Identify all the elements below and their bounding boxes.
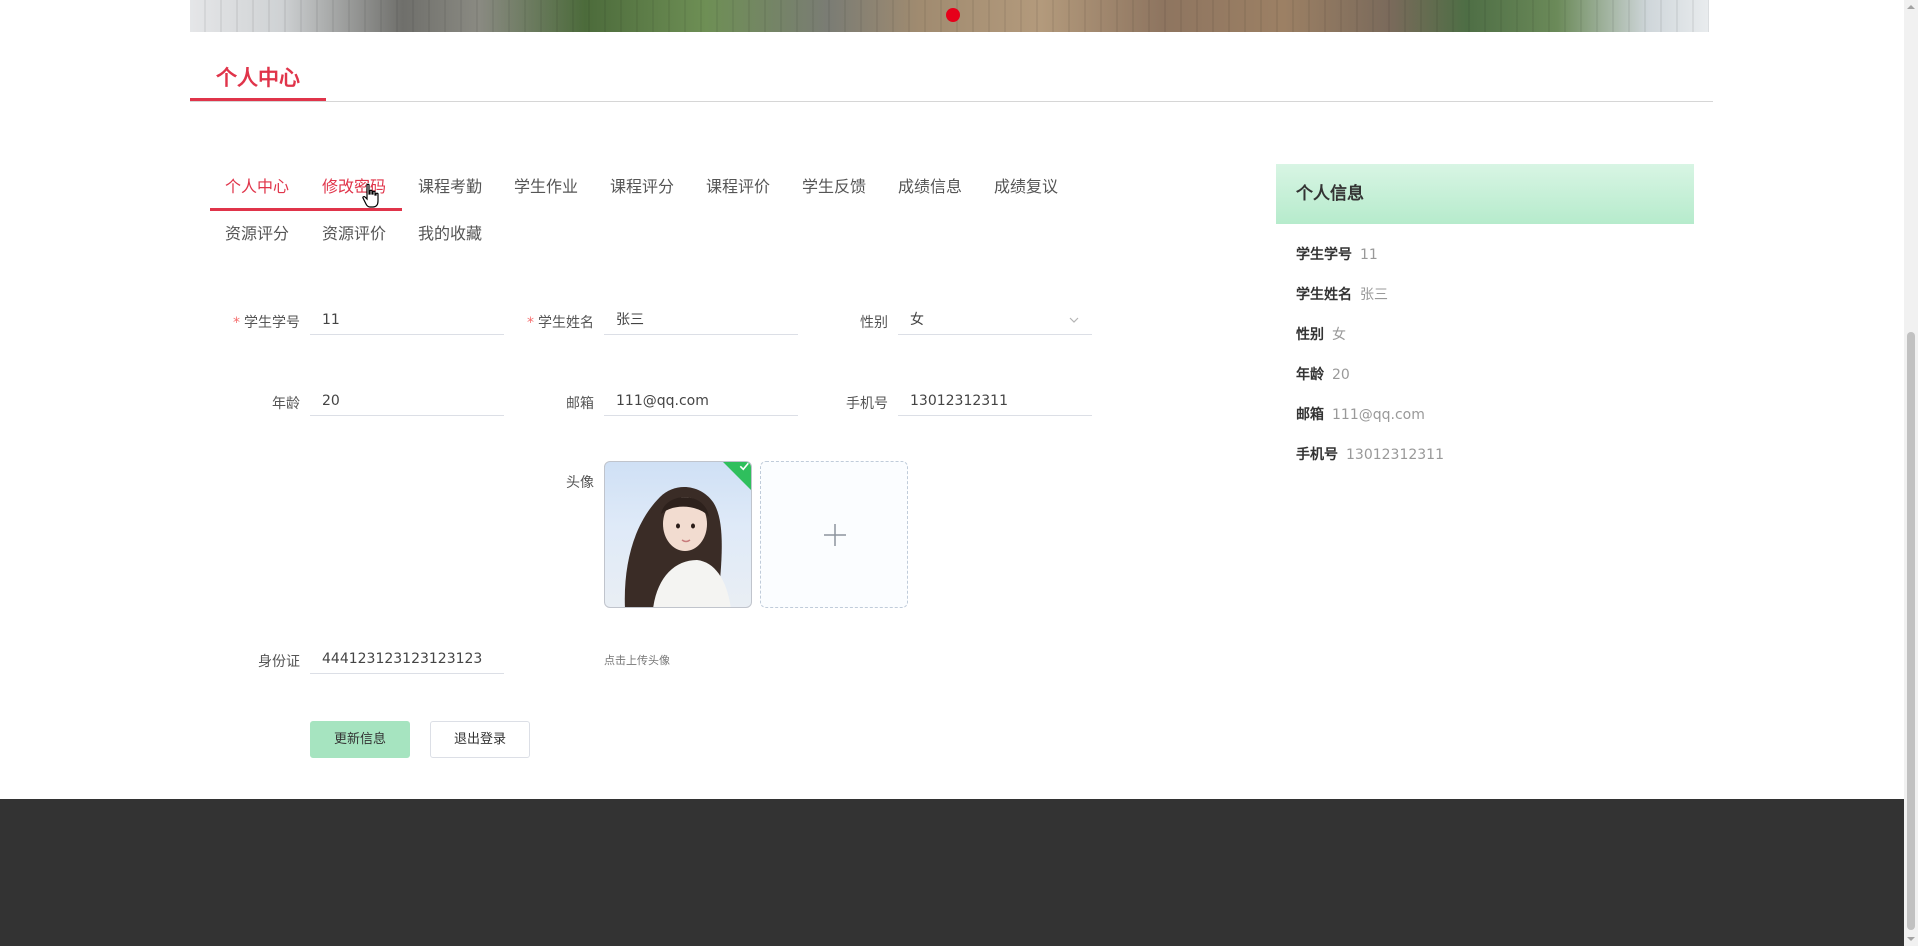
- page-footer: [0, 799, 1904, 946]
- email-label: 邮箱: [566, 396, 594, 412]
- update-info-button[interactable]: 更新信息: [310, 721, 410, 758]
- id-card-input[interactable]: [322, 645, 504, 673]
- id-card-label: 身份证: [258, 654, 300, 670]
- page-scrollbar[interactable]: [1904, 0, 1918, 946]
- age-field[interactable]: [310, 386, 504, 416]
- id-card-field[interactable]: [310, 644, 504, 674]
- phone-field[interactable]: [898, 386, 1092, 416]
- tab-student-homework[interactable]: 学生作业: [514, 174, 578, 200]
- scrollbar-thumb[interactable]: [1907, 332, 1915, 930]
- logout-button[interactable]: 退出登录: [430, 721, 530, 758]
- phone-label: 手机号: [846, 396, 888, 412]
- info-row-email: 邮箱 111@qq.com: [1296, 407, 1425, 423]
- student-no-field[interactable]: [310, 305, 504, 335]
- section-divider: [190, 101, 1713, 102]
- hand-cursor-icon: [362, 183, 379, 208]
- tab-personal-center[interactable]: 个人中心: [225, 174, 289, 200]
- age-input[interactable]: [322, 387, 504, 415]
- info-row-age: 年龄 20: [1296, 367, 1350, 383]
- tab-resource-rating[interactable]: 资源评分: [225, 221, 289, 247]
- page-title: 个人中心: [190, 60, 326, 102]
- gender-select[interactable]: 女: [898, 305, 1092, 335]
- tab-course-attendance[interactable]: 课程考勤: [418, 174, 482, 200]
- gender-label: 性别: [860, 315, 888, 331]
- age-label: 年龄: [272, 396, 300, 412]
- avatar-preview[interactable]: [604, 461, 752, 608]
- info-row-gender: 性别女: [1296, 327, 1346, 343]
- check-icon: [739, 462, 749, 471]
- tab-grade-appeal[interactable]: 成绩复议: [994, 174, 1058, 200]
- tab-course-review[interactable]: 课程评价: [706, 174, 770, 200]
- student-name-field[interactable]: [604, 305, 798, 335]
- info-row-phone: 手机号 13012312311: [1296, 447, 1444, 463]
- student-no-input[interactable]: [322, 306, 504, 334]
- phone-input[interactable]: [910, 387, 1092, 415]
- chevron-down-icon: [1069, 317, 1079, 323]
- tab-my-favorites[interactable]: 我的收藏: [418, 221, 482, 247]
- email-input[interactable]: [616, 387, 798, 415]
- student-no-label: * 学生学号: [233, 315, 300, 331]
- avatar-portrait-image: [624, 486, 731, 607]
- scroll-down-arrow-icon[interactable]: [1907, 935, 1915, 943]
- scroll-up-arrow-icon[interactable]: [1907, 3, 1915, 11]
- tab-grade-info[interactable]: 成绩信息: [898, 174, 962, 200]
- avatar-label: 头像: [566, 475, 594, 491]
- plus-icon: [824, 524, 846, 546]
- carousel-indicator-dot[interactable]: [946, 8, 960, 22]
- profile-card-title: 个人信息: [1276, 164, 1694, 224]
- avatar-upload-tip: 点击上传头像: [604, 654, 670, 667]
- info-row-student-name: 学生姓名 张三: [1296, 287, 1388, 303]
- tab-student-feedback[interactable]: 学生反馈: [802, 174, 866, 200]
- tab-course-rating[interactable]: 课程评分: [610, 174, 674, 200]
- info-row-student-no: 学生学号 11: [1296, 247, 1378, 263]
- gender-value: 女: [910, 312, 924, 328]
- avatar-upload-button[interactable]: [760, 461, 908, 608]
- tab-resource-review[interactable]: 资源评价: [322, 221, 386, 247]
- email-field[interactable]: [604, 386, 798, 416]
- profile-info-card: 个人信息: [1276, 164, 1694, 224]
- student-name-label: * 学生姓名: [527, 315, 594, 331]
- student-name-input[interactable]: [616, 306, 798, 334]
